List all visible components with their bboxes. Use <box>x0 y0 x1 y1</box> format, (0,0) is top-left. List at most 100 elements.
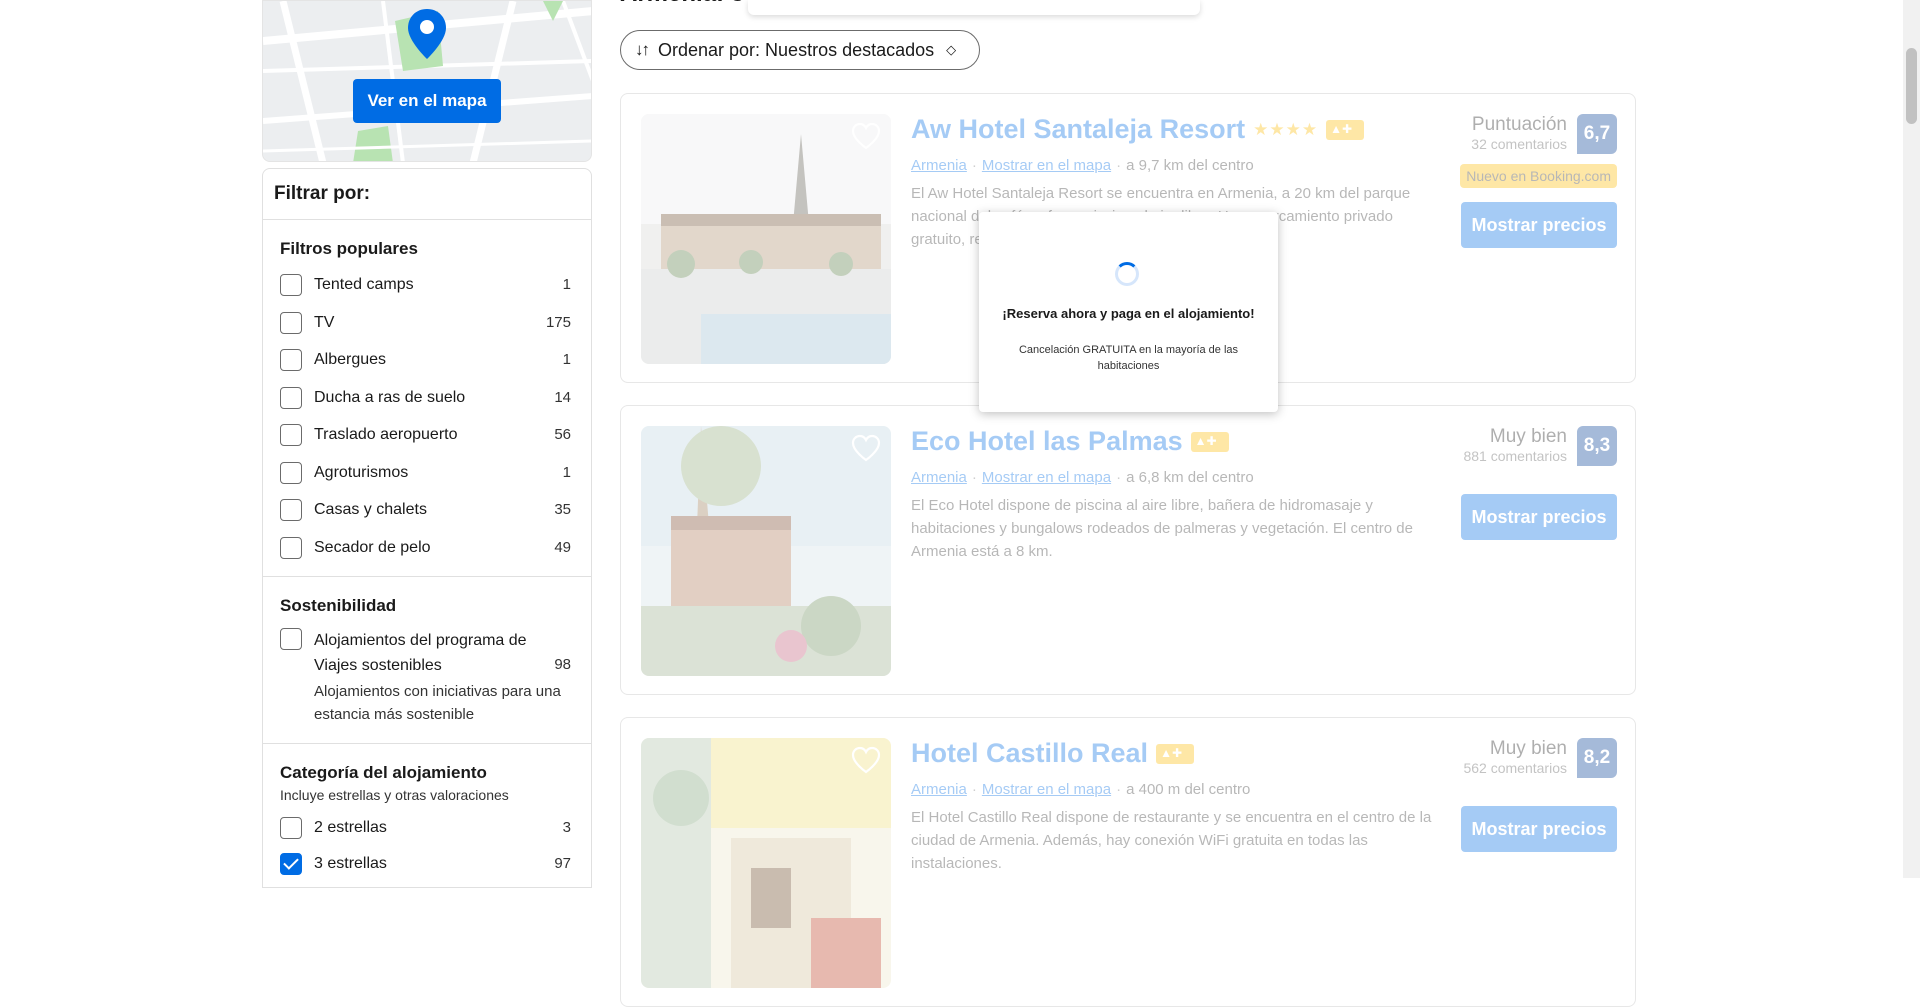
show-on-map-link[interactable]: Mostrar en el mapa <box>982 469 1111 486</box>
option-count: 97 <box>554 855 571 872</box>
filter-option[interactable]: Agroturismos 1 <box>280 461 571 484</box>
review-count: 562 comentarios <box>1463 760 1567 776</box>
popup-title: ¡Reserva ahora y paga en el alojamiento! <box>1002 306 1255 321</box>
scrollbar[interactable] <box>1903 0 1920 878</box>
option-count: 98 <box>554 656 571 673</box>
new-badge: Nuevo en Booking.com <box>1460 164 1617 188</box>
property-description: El Eco Hotel dispone de piscina al aire … <box>911 497 1413 560</box>
section-subtitle: Incluye estrellas y otras valoraciones <box>280 787 509 803</box>
filter-option[interactable]: 2 estrellas 3 <box>280 817 571 839</box>
option-label: 2 estrellas <box>314 819 387 836</box>
popular-filters: Filtros populares Tented camps 1 TV 175 Albe… <box>263 220 591 577</box>
property-card: Eco Hotel las Palmas Armenia·Mostrar en e… <box>620 405 1636 695</box>
option-count: 3 <box>562 819 571 836</box>
heart-icon[interactable] <box>851 746 881 774</box>
section-title: Categoría del alojamiento <box>280 763 487 782</box>
option-count: 56 <box>554 426 571 443</box>
show-on-map-link[interactable]: Mostrar en el mapa <box>982 781 1111 798</box>
option-label: Albergues <box>314 351 387 368</box>
checkbox[interactable] <box>280 536 302 559</box>
show-prices-button[interactable]: Mostrar precios <box>1461 806 1617 852</box>
property-info: Eco Hotel las Palmas Armenia·Mostrar en e… <box>911 426 1441 563</box>
score-word: Muy bien <box>1489 738 1567 759</box>
property-rating: Muy bien 881 comentarios 8,3 Mostrar precio… <box>1417 426 1617 540</box>
show-prices-button[interactable]: Mostrar precios <box>1461 202 1617 248</box>
filter-option[interactable]: Ducha a ras de suelo 14 <box>280 386 571 409</box>
score-word: Puntuación <box>1471 114 1567 135</box>
option-label: TV <box>314 313 335 331</box>
option-count: 35 <box>554 501 571 518</box>
property-name[interactable]: Eco Hotel las Palmas <box>911 426 1183 457</box>
preferred-partner-icon <box>1190 431 1229 452</box>
checkbox[interactable] <box>280 311 302 334</box>
preferred-partner-icon <box>1326 119 1365 140</box>
property-name[interactable]: Hotel Castillo Real <box>911 738 1148 769</box>
show-prices-button[interactable]: Mostrar precios <box>1461 494 1617 540</box>
preferred-partner-icon <box>1156 743 1195 764</box>
property-title[interactable]: Aw Hotel Santaleja Resort ★★★★ <box>911 114 1441 145</box>
sort-button[interactable]: ↓↑ Ordenar por: Nuestros destacados ◇ <box>620 30 980 70</box>
option-count: 1 <box>562 276 571 293</box>
option-count: 14 <box>554 388 571 406</box>
score-badge: 6,7 <box>1577 114 1617 154</box>
city-link[interactable]: Armenia <box>911 469 967 486</box>
property-image[interactable] <box>641 738 891 988</box>
sort-label: Ordenar por: Nuestros destacados <box>658 39 935 60</box>
checkbox[interactable] <box>280 274 302 296</box>
city-link[interactable]: Armenia <box>911 781 967 798</box>
chevron-updown-icon: ◇ <box>946 42 957 57</box>
option-label: Casas y chalets <box>314 501 427 518</box>
filter-option[interactable]: Traslado aeropuerto 56 <box>280 424 571 446</box>
popup-subtitle: Cancelación GRATUITA en la mayoría de la… <box>1018 344 1239 372</box>
option-count: 1 <box>562 463 571 481</box>
distance-text: a 400 m del centro <box>1126 781 1251 798</box>
loading-popup: ¡Reserva ahora y paga en el alojamiento!… <box>979 212 1278 412</box>
property-info: Hotel Castillo Real Armenia·Mostrar en el… <box>911 738 1441 875</box>
option-count: 175 <box>545 313 571 331</box>
heart-icon[interactable] <box>851 434 881 462</box>
checkbox[interactable] <box>280 424 302 446</box>
checkbox[interactable] <box>280 461 302 484</box>
filter-option-sustainable[interactable]: Alojamientos del programa de Viajes sost… <box>280 628 571 678</box>
property-title[interactable]: Hotel Castillo Real <box>911 738 1441 769</box>
checkbox[interactable] <box>280 349 302 371</box>
filter-option[interactable]: Albergues 1 <box>280 349 571 371</box>
checkbox[interactable] <box>280 817 302 839</box>
show-on-map-link[interactable]: Mostrar en el mapa <box>982 157 1111 174</box>
filter-option[interactable]: Secador de pelo 49 <box>280 536 571 559</box>
option-description: Alojamientos con iniciativas para una es… <box>314 683 561 723</box>
heart-icon[interactable] <box>851 122 881 150</box>
location-line: Armenia · Mostrar en el mapa · a 9,7 km del … <box>911 157 1254 174</box>
filter-option[interactable]: 3 estrellas 97 <box>280 853 571 875</box>
show-on-map-button[interactable]: Ver en el mapa <box>353 79 501 123</box>
option-label: Traslado aeropuerto <box>314 426 458 443</box>
option-label: Tented camps <box>314 276 414 293</box>
score-badge: 8,2 <box>1577 738 1617 778</box>
scrollbar-thumb[interactable] <box>1906 48 1917 124</box>
section-title: Filtros populares <box>280 239 418 258</box>
section-title: Sostenibilidad <box>280 596 397 615</box>
checkbox[interactable] <box>280 386 302 409</box>
option-label: Secador de pelo <box>314 538 431 556</box>
review-count: 881 comentarios <box>1463 448 1567 464</box>
checkbox[interactable] <box>280 853 302 875</box>
property-description: El Hotel Castillo Real dispone de restau… <box>911 809 1432 872</box>
property-card: Hotel Castillo Real Armenia·Mostrar en el… <box>620 717 1636 1007</box>
checkbox[interactable] <box>280 499 302 521</box>
distance-text: a 6,8 km del centro <box>1126 469 1254 486</box>
map-preview[interactable]: Ver en el mapa <box>262 0 592 162</box>
filter-option[interactable]: Tented camps 1 <box>280 274 571 296</box>
city-link[interactable]: Armenia <box>911 157 967 174</box>
property-image[interactable] <box>641 114 891 364</box>
filter-option[interactable]: TV 175 <box>280 311 571 334</box>
property-name[interactable]: Aw Hotel Santaleja Resort <box>911 114 1245 145</box>
sort-arrows-icon: ↓↑ <box>635 40 650 59</box>
filter-option[interactable]: Casas y chalets 35 <box>280 499 571 521</box>
review-count: 32 comentarios <box>1471 136 1567 152</box>
property-title[interactable]: Eco Hotel las Palmas <box>911 426 1441 457</box>
checkbox[interactable] <box>280 628 302 650</box>
option-label: Ducha a ras de suelo <box>314 388 466 406</box>
option-label: Agroturismos <box>314 463 409 481</box>
category-filters: Categoría del alojamiento Incluye estrel… <box>263 744 591 875</box>
property-image[interactable] <box>641 426 891 676</box>
